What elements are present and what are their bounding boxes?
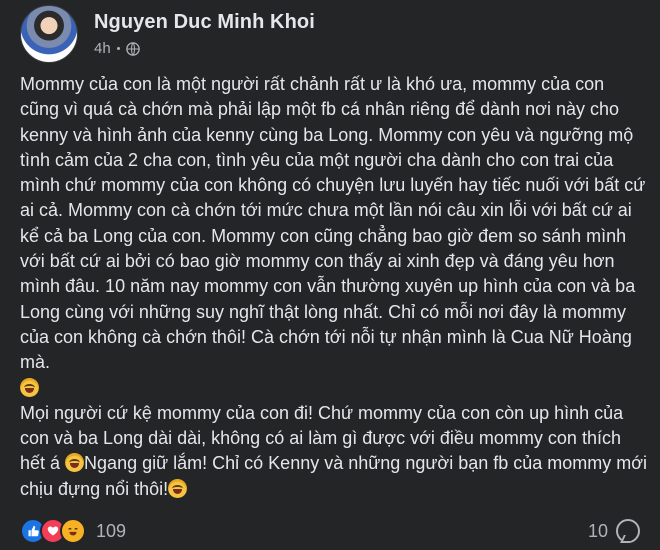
avatar[interactable]: [20, 5, 78, 63]
haha-icon: [60, 518, 86, 544]
comment-count[interactable]: 10: [588, 521, 608, 542]
post-time[interactable]: 4h: [94, 40, 111, 57]
time-row: 4h: [94, 40, 315, 57]
post-header: Nguyen Duc Minh Khoi 4h: [20, 5, 315, 63]
globe-icon: [125, 41, 140, 56]
post-footer: 109 10: [20, 514, 640, 548]
laughing-emoji: [20, 377, 39, 397]
reactions[interactable]: 109: [20, 518, 126, 544]
post-text: Ngang giữ lắm! Chỉ có Kenny và những ngư…: [20, 453, 648, 499]
laughing-emoji: [168, 478, 188, 498]
reaction-count[interactable]: 109: [96, 521, 126, 542]
comment-icon: [616, 519, 640, 543]
post-paragraph: Mọi người cứ kệ mommy của con đi! Chứ mo…: [20, 401, 648, 502]
post-body: Mommy của con là một người rất chảnh rất…: [20, 72, 648, 502]
post-paragraph: Mommy của con là một người rất chảnh rất…: [20, 72, 648, 401]
separator-dot: [116, 47, 120, 50]
laughing-emoji: [65, 453, 85, 473]
author-name[interactable]: Nguyen Duc Minh Khoi: [94, 11, 315, 34]
comments[interactable]: 10: [588, 519, 640, 543]
post-text: Mommy của con là một người rất chảnh rất…: [20, 74, 646, 373]
post-meta: Nguyen Duc Minh Khoi 4h: [94, 11, 315, 57]
